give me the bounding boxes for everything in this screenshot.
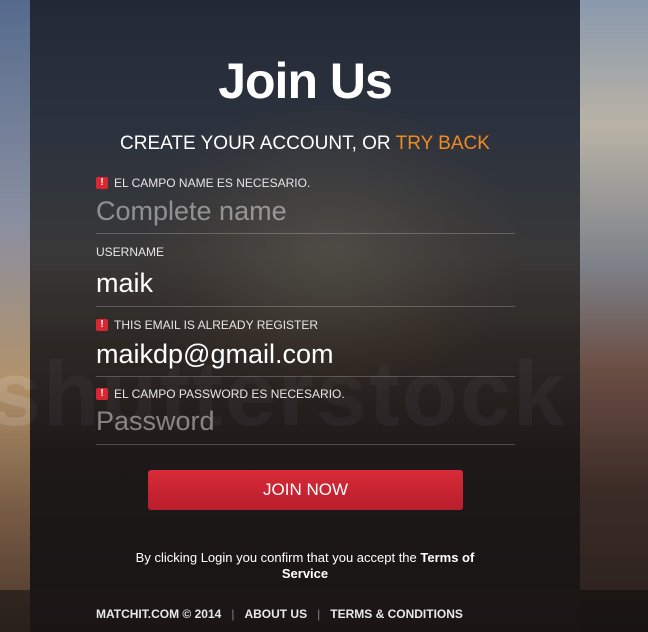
- password-error: ! EL CAMPO PASSWORD ES NECESARIO.: [96, 387, 345, 401]
- footer-links: MATCHIT.COM © 2014 | ABOUT US | TERMS & …: [96, 607, 463, 621]
- subtitle-text: CREATE YOUR ACCOUNT, OR: [120, 133, 396, 154]
- try-back-link[interactable]: TRY BACK: [396, 133, 490, 154]
- email-error: ! THIS EMAIL IS ALREADY REGISTER: [96, 318, 318, 332]
- email-input[interactable]: [96, 336, 515, 372]
- username-field: USERNAME: [96, 245, 515, 307]
- error-icon: !: [96, 319, 108, 331]
- terms-link-part1: Terms of: [420, 550, 475, 565]
- background-left-strip: [0, 0, 30, 632]
- name-error: ! EL CAMPO NAME ES NECESARIO.: [96, 176, 310, 190]
- footer-brand: MATCHIT.COM © 2014: [96, 607, 222, 621]
- about-us-link[interactable]: ABOUT US: [244, 607, 307, 621]
- password-field: ! EL CAMPO PASSWORD ES NECESARIO.: [96, 387, 515, 445]
- password-input[interactable]: [96, 404, 515, 438]
- terms-conditions-link[interactable]: TERMS & CONDITIONS: [330, 607, 463, 621]
- username-label: USERNAME: [96, 245, 165, 259]
- name-error-text: EL CAMPO NAME ES NECESARIO.: [114, 176, 311, 190]
- username-input[interactable]: [96, 265, 515, 301]
- footer-separator: |: [317, 607, 321, 621]
- background-right-strip: [580, 0, 648, 632]
- page-subtitle: CREATE YOUR ACCOUNT, OR TRY BACK: [30, 133, 580, 155]
- footer: MATCHIT.COM © 2014 | ABOUT US | TERMS & …: [0, 590, 648, 632]
- error-icon: !: [96, 388, 108, 400]
- page-title: Join Us: [218, 53, 393, 109]
- legal-notice: By clicking Login you confirm that you a…: [30, 550, 580, 582]
- email-error-text: THIS EMAIL IS ALREADY REGISTER: [114, 318, 319, 332]
- name-field: ! EL CAMPO NAME ES NECESARIO.: [96, 176, 515, 234]
- signup-panel: Join Us CREATE YOUR ACCOUNT, OR TRY BACK…: [30, 0, 580, 590]
- join-now-button[interactable]: JOIN NOW: [148, 470, 463, 510]
- legal-text: By clicking Login you confirm that you a…: [135, 550, 421, 565]
- terms-link-part2: Service: [281, 566, 329, 581]
- footer-separator: |: [231, 607, 235, 621]
- password-error-text: EL CAMPO PASSWORD ES NECESARIO.: [114, 387, 345, 401]
- email-field: ! THIS EMAIL IS ALREADY REGISTER: [96, 318, 515, 377]
- name-input[interactable]: [96, 194, 515, 228]
- error-icon: !: [96, 177, 108, 189]
